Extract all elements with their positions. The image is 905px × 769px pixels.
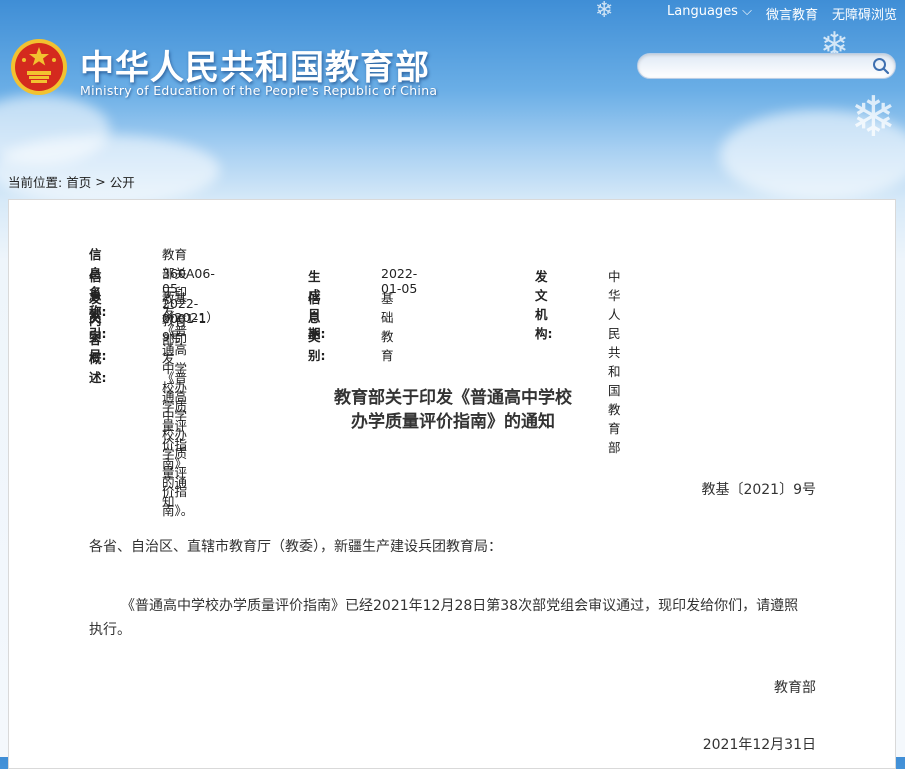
site-header: ❄ ❄ ❄ 中华人民共和国教育部 Ministry of Education o…: [0, 0, 905, 200]
chevron-right-icon: >: [95, 174, 106, 189]
site-title: 中华人民共和国教育部: [80, 48, 430, 88]
breadcrumb: 当前位置: 首页 > 公开: [8, 172, 135, 191]
article-panel: 信息名称: 教育部关于印发《普通高中学校办学质量评价指南》的通知 信息索引: 3…: [8, 199, 896, 769]
category-value: 基础教育: [381, 291, 394, 363]
body-line: 《普通高中学校办学质量评价指南》已经2021年12月28日第38次部党组会审议通…: [121, 598, 799, 614]
snowflake-icon: ❄: [595, 0, 614, 23]
languages-menu[interactable]: Languages ⌵: [667, 4, 752, 23]
accessible-link[interactable]: 无障碍浏览: [832, 4, 897, 23]
salutation: 各省、自治区、直辖市教育厅（教委），新疆生产建设兵团教育局：: [89, 539, 502, 555]
site-subtitle: Ministry of Education of the People's Re…: [80, 83, 438, 98]
snowflake-icon: ❄: [850, 85, 897, 150]
document-title-line: 教育部关于印发《普通高中学校: [334, 388, 572, 408]
signature: 教育部: [774, 680, 816, 696]
breadcrumb-prefix: 当前位置:: [8, 175, 63, 190]
chevron-down-icon: ⌵: [742, 4, 752, 19]
search-input[interactable]: [648, 56, 872, 78]
document-title: 教育部关于印发《普通高中学校 办学质量评价指南》的通知: [9, 386, 897, 434]
body-paragraph: 《普通高中学校办学质量评价指南》已经2021年12月28日第38次部党组会审议通…: [89, 594, 829, 642]
breadcrumb-current-link[interactable]: 公开: [110, 172, 135, 191]
category-label: 信息类别:: [308, 291, 326, 363]
search-icon[interactable]: [871, 56, 891, 76]
org-label: 发文机构:: [535, 269, 553, 341]
document-title-line: 办学质量评价指南》的通知: [351, 412, 555, 432]
document-number: 教基〔2021〕9号: [701, 482, 816, 498]
body-line: 执行。: [89, 622, 131, 638]
national-emblem-icon: [11, 39, 67, 95]
search-box: [637, 53, 896, 79]
weiyan-link[interactable]: 微言教育: [766, 4, 818, 23]
top-nav: Languages ⌵ 微言教育 无障碍浏览: [667, 4, 897, 23]
summary-label: 内容概述:: [89, 313, 107, 385]
breadcrumb-home-link[interactable]: 首页: [66, 172, 91, 191]
languages-label: Languages: [667, 4, 738, 19]
document-date: 2021年12月31日: [702, 737, 816, 753]
